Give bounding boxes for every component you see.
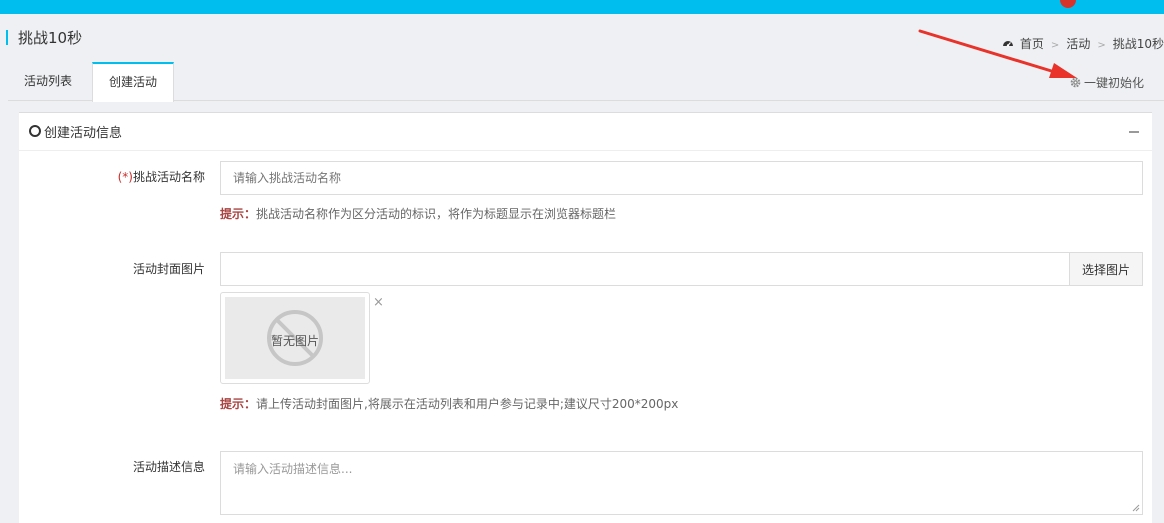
remove-image-button[interactable]: ×	[373, 296, 384, 309]
cover-image-input[interactable]	[220, 252, 1070, 286]
description-label: 活动描述信息	[132, 460, 205, 474]
reset-label: 一键初始化	[1083, 76, 1144, 90]
annotation-arrow	[918, 29, 1077, 78]
hint-text: 挑战活动名称作为区分活动的标识，将作为标题显示在浏览器标题栏	[256, 207, 617, 221]
choose-image-button[interactable]: 选择图片	[1069, 252, 1143, 286]
required-mark: (*)	[117, 170, 133, 184]
cover-image-hint: 提示：请上传活动封面图片,将展示在活动列表和用户参与记录中;建议尺寸200*20…	[220, 395, 678, 412]
hint-text: 请上传活动封面图片,将展示在活动列表和用户参与记录中;建议尺寸200*200px	[256, 397, 679, 411]
title-accent-bar	[6, 30, 8, 45]
breadcrumb-separator: >	[1097, 40, 1106, 51]
tab-create-activity[interactable]: 创建活动	[92, 62, 175, 102]
no-image-text: 暂无图片	[270, 334, 319, 348]
activity-name-input[interactable]	[220, 161, 1143, 195]
cover-image-preview: 暂无图片	[220, 292, 370, 384]
hint-key: 提示：	[220, 397, 257, 411]
no-image-placeholder: 暂无图片	[225, 297, 365, 379]
description-textarea[interactable]: 请输入活动描述信息...	[220, 451, 1143, 515]
circle-icon	[29, 125, 41, 137]
tab-activity-list[interactable]: 活动列表	[8, 62, 88, 100]
top-bar	[0, 0, 1164, 14]
cover-image-label: 活动封面图片	[132, 262, 205, 276]
hint-key: 提示：	[220, 207, 257, 221]
activity-name-label: (*)挑战活动名称	[25, 168, 205, 185]
collapse-button[interactable]	[1129, 131, 1139, 133]
page-title: 挑战10秒	[18, 29, 83, 47]
panel-title: 创建活动信息	[44, 126, 123, 141]
activity-name-hint: 提示：挑战活动名称作为区分活动的标识，将作为标题显示在浏览器标题栏	[220, 205, 616, 222]
notification-badge[interactable]	[1060, 0, 1076, 8]
description-placeholder: 请输入活动描述信息...	[233, 462, 353, 476]
activity-name-label-text: 挑战活动名称	[132, 170, 205, 184]
resize-handle-icon[interactable]	[1132, 504, 1140, 512]
breadcrumb-current: 挑战10秒	[1112, 37, 1164, 51]
panel-header: 创建活动信息	[19, 113, 1152, 151]
